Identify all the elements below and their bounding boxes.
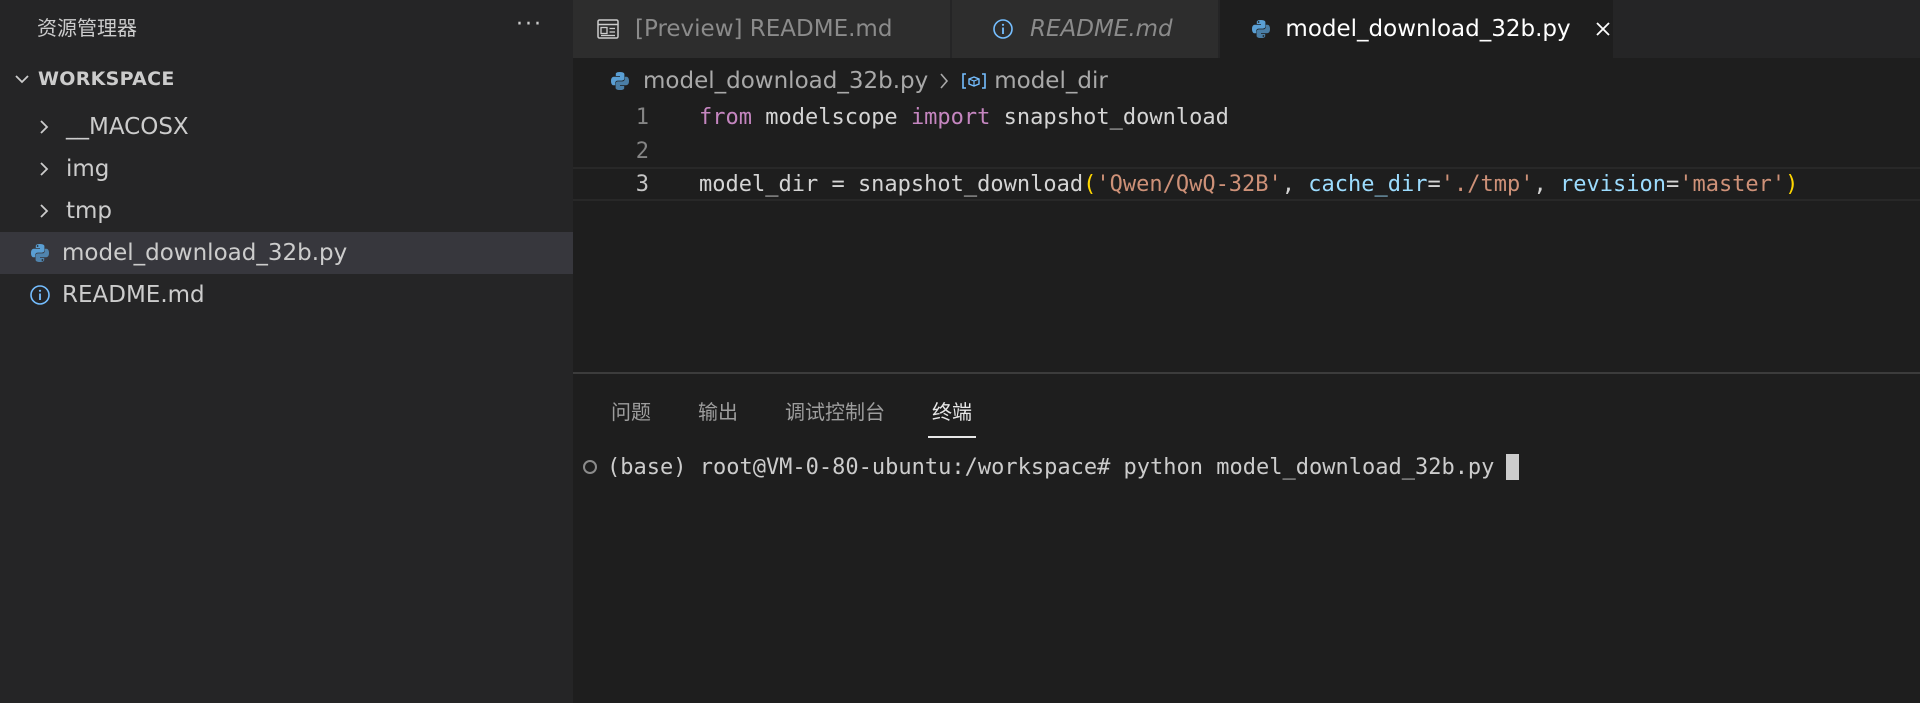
tree-item-model-download[interactable]: model_download_32b.py <box>0 232 573 274</box>
close-icon[interactable] <box>1593 17 1613 41</box>
comma: , <box>1281 171 1309 197</box>
python-icon <box>607 68 633 94</box>
param-name: revision <box>1559 171 1666 197</box>
editor-tab-bar: [Preview] README.md README.md model_down… <box>573 0 1920 58</box>
tab-label: model_download_32b.py <box>1285 16 1571 42</box>
close-paren: ) <box>1785 171 1799 197</box>
breadcrumb: model_download_32b.py model_dir <box>607 62 1108 100</box>
string-literal: 'Qwen/QwQ-32B' <box>1096 171 1282 197</box>
code-line-current[interactable]: 3 model_dir = snapshot_download('Qwen/Qw… <box>573 167 1920 201</box>
assignment: model_dir = snapshot_download <box>699 171 1084 197</box>
python-icon <box>26 239 54 267</box>
tree-item-label: README.md <box>62 282 205 308</box>
string-literal: 'master' <box>1679 171 1786 197</box>
tab-preview-readme[interactable]: [Preview] README.md <box>573 0 951 58</box>
python-icon <box>1248 14 1273 44</box>
keyword-import: import <box>910 104 991 130</box>
tree-item-label: img <box>66 156 110 182</box>
module-name: modelscope <box>751 104 911 130</box>
line-number: 2 <box>635 138 649 164</box>
chevron-right-icon <box>936 71 952 91</box>
variable-symbol-icon <box>960 68 988 94</box>
preview-icon <box>593 14 623 44</box>
chevron-right-icon <box>30 197 58 225</box>
line-number: 1 <box>635 104 649 130</box>
code-line[interactable]: 2 <box>573 134 1920 168</box>
equals: = <box>1665 171 1680 197</box>
tree-item-label: tmp <box>66 198 113 224</box>
tab-problems[interactable]: 问题 <box>611 388 651 432</box>
tree-item-tmp[interactable]: tmp <box>0 190 573 232</box>
open-paren: ( <box>1083 171 1097 197</box>
param-name: cache_dir <box>1308 171 1428 197</box>
code-line[interactable]: 1 from modelscope import snapshot_downlo… <box>573 100 1920 134</box>
code-text: from modelscope import snapshot_download <box>699 105 1229 130</box>
code-text: model_dir = snapshot_download('Qwen/QwQ-… <box>699 172 1798 197</box>
terminal-line: (base) root@VM-0-80-ubuntu:/workspace# p… <box>607 454 1495 480</box>
tree-item-readme[interactable]: README.md <box>0 274 573 316</box>
breadcrumb-file[interactable]: model_download_32b.py <box>643 68 928 94</box>
explorer-title: 资源管理器 <box>37 15 137 40</box>
tab-label: README.md <box>1030 16 1173 42</box>
panel-tabs: 问题 输出 调试控制台 终端 <box>573 388 981 438</box>
explorer-header: 资源管理器 ··· <box>0 0 573 52</box>
chevron-right-icon <box>30 113 58 141</box>
tab-readme[interactable]: README.md <box>952 0 1219 58</box>
string-literal: './tmp' <box>1440 171 1534 197</box>
tree-item-label: __MACOSX <box>66 114 189 140</box>
bottom-panel: 问题 输出 调试控制台 终端 (base) root@VM-0-80-ubunt… <box>573 372 1920 703</box>
tab-label: [Preview] README.md <box>635 16 893 42</box>
explorer-sidebar: 资源管理器 ··· WORKSPACE __MACOSX img tmp mod… <box>0 0 573 703</box>
workspace-label: WORKSPACE <box>38 68 175 90</box>
tree-item-label: model_download_32b.py <box>62 240 348 266</box>
info-icon <box>988 14 1018 44</box>
code-editor[interactable]: 1 from modelscope import snapshot_downlo… <box>573 100 1920 372</box>
line-number: 3 <box>635 171 649 197</box>
tab-terminal[interactable]: 终端 <box>928 388 976 438</box>
tab-model-download[interactable]: model_download_32b.py <box>1220 0 1614 58</box>
more-actions-button[interactable]: ··· <box>516 12 543 37</box>
tab-debug-console[interactable]: 调试控制台 <box>785 388 885 432</box>
equals: = <box>1427 171 1441 197</box>
chevron-right-icon <box>30 155 58 183</box>
comma: , <box>1533 171 1560 197</box>
circle-icon <box>583 460 597 474</box>
breadcrumb-symbol[interactable]: model_dir <box>994 68 1108 94</box>
terminal-cursor <box>1506 454 1520 480</box>
tree-item-macosx[interactable]: __MACOSX <box>0 106 573 148</box>
import-name: snapshot_download <box>990 104 1229 130</box>
tree-item-img[interactable]: img <box>0 148 573 190</box>
keyword-from: from <box>699 104 752 130</box>
info-icon <box>26 281 54 309</box>
chevron-down-icon <box>8 65 36 93</box>
terminal[interactable]: (base) root@VM-0-80-ubuntu:/workspace# p… <box>583 450 1520 484</box>
workspace-section-header[interactable]: WORKSPACE <box>0 52 573 106</box>
tab-output[interactable]: 输出 <box>698 388 738 432</box>
